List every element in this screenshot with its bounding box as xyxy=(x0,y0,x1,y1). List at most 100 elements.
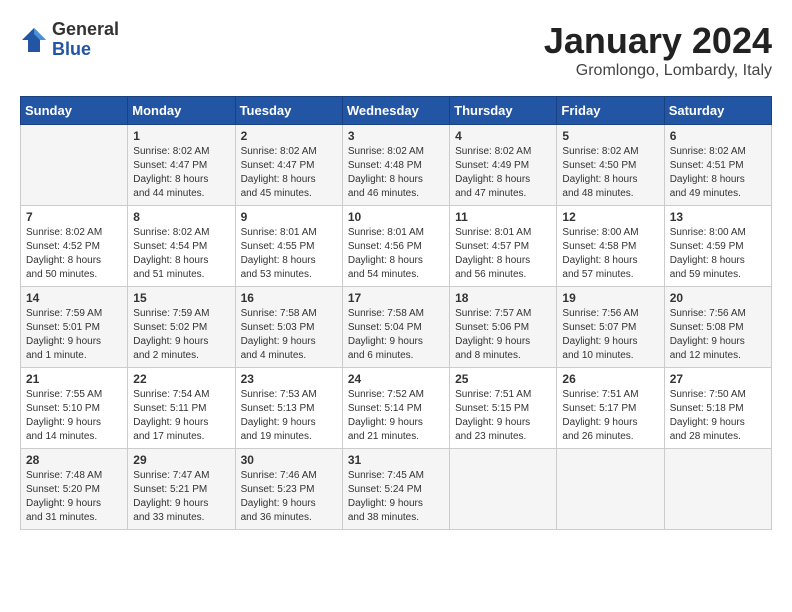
day-number: 5 xyxy=(562,129,658,143)
day-number: 8 xyxy=(133,210,229,224)
day-info: Sunrise: 7:47 AMSunset: 5:21 PMDaylight:… xyxy=(133,469,229,525)
day-info: Sunrise: 7:56 AMSunset: 5:07 PMDaylight:… xyxy=(562,307,658,363)
calendar-cell: 30 Sunrise: 7:46 AMSunset: 5:23 PMDayligh… xyxy=(235,449,342,530)
calendar-cell: 3 Sunrise: 8:02 AMSunset: 4:48 PMDaylight… xyxy=(342,125,449,206)
calendar-cell: 28Sunrise: 7:48 AMSunset: 5:20 PMDayligh… xyxy=(21,449,128,530)
day-number: 21 xyxy=(26,372,122,386)
day-info: Sunrise: 7:52 AMSunset: 5:14 PMDaylight:… xyxy=(348,388,444,444)
header-wednesday: Wednesday xyxy=(342,97,449,125)
calendar-cell: 4 Sunrise: 8:02 AMSunset: 4:49 PMDaylight… xyxy=(450,125,557,206)
logo-icon xyxy=(20,26,48,54)
week-row-1: 1 Sunrise: 8:02 AMSunset: 4:47 PMDaylight… xyxy=(21,125,772,206)
day-info: Sunrise: 7:56 AMSunset: 5:08 PMDaylight:… xyxy=(670,307,766,363)
calendar-cell: 13 Sunrise: 8:00 AMSunset: 4:59 PMDayligh… xyxy=(664,206,771,287)
day-number: 19 xyxy=(562,291,658,305)
calendar-cell: 16Sunrise: 7:58 AMSunset: 5:03 PMDayligh… xyxy=(235,287,342,368)
day-info: Sunrise: 7:50 AMSunset: 5:18 PMDaylight:… xyxy=(670,388,766,444)
day-info: Sunrise: 7:53 AMSunset: 5:13 PMDaylight:… xyxy=(241,388,337,444)
calendar-cell: 20 Sunrise: 7:56 AMSunset: 5:08 PMDayligh… xyxy=(664,287,771,368)
day-number: 2 xyxy=(241,129,337,143)
calendar-cell xyxy=(557,449,664,530)
day-number: 7 xyxy=(26,210,122,224)
calendar-cell xyxy=(664,449,771,530)
calendar-cell: 15Sunrise: 7:59 AMSunset: 5:02 PMDayligh… xyxy=(128,287,235,368)
title-area: January 2024 Gromlongo, Lombardy, Italy xyxy=(544,20,772,80)
day-info: Sunrise: 8:02 AMSunset: 4:47 PMDaylight:… xyxy=(241,145,337,201)
calendar-cell: 6Sunrise: 8:02 AMSunset: 4:51 PMDaylight… xyxy=(664,125,771,206)
calendar-cell: 8Sunrise: 8:02 AMSunset: 4:54 PMDaylight… xyxy=(128,206,235,287)
day-info: Sunrise: 8:02 AMSunset: 4:52 PMDaylight:… xyxy=(26,226,122,282)
logo: General Blue xyxy=(20,20,119,60)
day-number: 20 xyxy=(670,291,766,305)
day-info: Sunrise: 7:46 AMSunset: 5:23 PMDaylight:… xyxy=(241,469,337,525)
week-row-3: 14Sunrise: 7:59 AMSunset: 5:01 PMDayligh… xyxy=(21,287,772,368)
week-row-2: 7 Sunrise: 8:02 AMSunset: 4:52 PMDaylight… xyxy=(21,206,772,287)
calendar-cell xyxy=(21,125,128,206)
calendar-cell: 12 Sunrise: 8:00 AMSunset: 4:58 PMDayligh… xyxy=(557,206,664,287)
day-number: 3 xyxy=(348,129,444,143)
subtitle: Gromlongo, Lombardy, Italy xyxy=(544,62,772,80)
day-info: Sunrise: 7:59 AMSunset: 5:02 PMDaylight:… xyxy=(133,307,229,363)
day-number: 17 xyxy=(348,291,444,305)
calendar-cell: 17 Sunrise: 7:58 AMSunset: 5:04 PMDayligh… xyxy=(342,287,449,368)
day-info: Sunrise: 8:01 AMSunset: 4:57 PMDaylight:… xyxy=(455,226,551,282)
day-number: 31 xyxy=(348,453,444,467)
calendar-cell: 5Sunrise: 8:02 AMSunset: 4:50 PMDaylight… xyxy=(557,125,664,206)
day-number: 22 xyxy=(133,372,229,386)
day-number: 12 xyxy=(562,210,658,224)
calendar-cell: 19 Sunrise: 7:56 AMSunset: 5:07 PMDayligh… xyxy=(557,287,664,368)
calendar-cell: 23 Sunrise: 7:53 AMSunset: 5:13 PMDayligh… xyxy=(235,368,342,449)
header-sunday: Sunday xyxy=(21,97,128,125)
day-info: Sunrise: 8:01 AMSunset: 4:55 PMDaylight:… xyxy=(241,226,337,282)
header-row: SundayMondayTuesdayWednesdayThursdayFrid… xyxy=(21,97,772,125)
calendar-cell: 21Sunrise: 7:55 AMSunset: 5:10 PMDayligh… xyxy=(21,368,128,449)
day-info: Sunrise: 8:02 AMSunset: 4:48 PMDaylight:… xyxy=(348,145,444,201)
logo-general: General xyxy=(52,20,119,40)
day-number: 30 xyxy=(241,453,337,467)
calendar-cell: 10 Sunrise: 8:01 AMSunset: 4:56 PMDayligh… xyxy=(342,206,449,287)
day-number: 14 xyxy=(26,291,122,305)
logo-text: General Blue xyxy=(52,20,119,60)
logo-blue: Blue xyxy=(52,40,119,60)
calendar-cell: 26 Sunrise: 7:51 AMSunset: 5:17 PMDayligh… xyxy=(557,368,664,449)
day-number: 27 xyxy=(670,372,766,386)
calendar-cell: 27 Sunrise: 7:50 AMSunset: 5:18 PMDayligh… xyxy=(664,368,771,449)
day-number: 28 xyxy=(26,453,122,467)
calendar-cell: 7 Sunrise: 8:02 AMSunset: 4:52 PMDaylight… xyxy=(21,206,128,287)
day-info: Sunrise: 8:01 AMSunset: 4:56 PMDaylight:… xyxy=(348,226,444,282)
day-info: Sunrise: 8:02 AMSunset: 4:51 PMDaylight:… xyxy=(670,145,766,201)
day-number: 9 xyxy=(241,210,337,224)
day-info: Sunrise: 7:51 AMSunset: 5:17 PMDaylight:… xyxy=(562,388,658,444)
calendar-cell: 11Sunrise: 8:01 AMSunset: 4:57 PMDayligh… xyxy=(450,206,557,287)
day-info: Sunrise: 7:51 AMSunset: 5:15 PMDaylight:… xyxy=(455,388,551,444)
calendar-table: SundayMondayTuesdayWednesdayThursdayFrid… xyxy=(20,96,772,530)
day-info: Sunrise: 8:00 AMSunset: 4:59 PMDaylight:… xyxy=(670,226,766,282)
day-number: 10 xyxy=(348,210,444,224)
day-info: Sunrise: 7:57 AMSunset: 5:06 PMDaylight:… xyxy=(455,307,551,363)
day-info: Sunrise: 7:45 AMSunset: 5:24 PMDaylight:… xyxy=(348,469,444,525)
day-info: Sunrise: 7:58 AMSunset: 5:04 PMDaylight:… xyxy=(348,307,444,363)
day-number: 13 xyxy=(670,210,766,224)
week-row-5: 28Sunrise: 7:48 AMSunset: 5:20 PMDayligh… xyxy=(21,449,772,530)
calendar-header: SundayMondayTuesdayWednesdayThursdayFrid… xyxy=(21,97,772,125)
day-number: 4 xyxy=(455,129,551,143)
calendar-body: 1 Sunrise: 8:02 AMSunset: 4:47 PMDaylight… xyxy=(21,125,772,530)
day-info: Sunrise: 8:02 AMSunset: 4:49 PMDaylight:… xyxy=(455,145,551,201)
header-tuesday: Tuesday xyxy=(235,97,342,125)
day-number: 25 xyxy=(455,372,551,386)
main-title: January 2024 xyxy=(544,20,772,62)
header-monday: Monday xyxy=(128,97,235,125)
day-number: 26 xyxy=(562,372,658,386)
calendar-cell xyxy=(450,449,557,530)
day-info: Sunrise: 8:00 AMSunset: 4:58 PMDaylight:… xyxy=(562,226,658,282)
calendar-cell: 25 Sunrise: 7:51 AMSunset: 5:15 PMDayligh… xyxy=(450,368,557,449)
calendar-cell: 18Sunrise: 7:57 AMSunset: 5:06 PMDayligh… xyxy=(450,287,557,368)
day-info: Sunrise: 7:54 AMSunset: 5:11 PMDaylight:… xyxy=(133,388,229,444)
day-number: 23 xyxy=(241,372,337,386)
header-thursday: Thursday xyxy=(450,97,557,125)
day-number: 29 xyxy=(133,453,229,467)
header-friday: Friday xyxy=(557,97,664,125)
day-number: 24 xyxy=(348,372,444,386)
calendar-cell: 9 Sunrise: 8:01 AMSunset: 4:55 PMDaylight… xyxy=(235,206,342,287)
day-number: 1 xyxy=(133,129,229,143)
